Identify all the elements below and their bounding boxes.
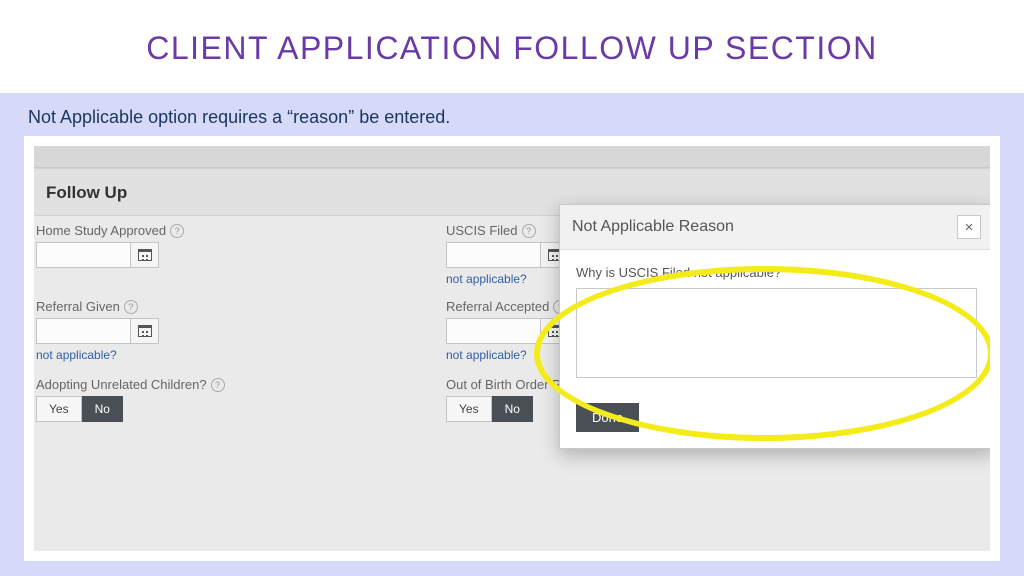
field-uscis-filed: USCIS Filed ? not applicable? [446, 222, 569, 288]
label-uscis-filed: USCIS Filed ? [446, 223, 536, 238]
follow-up-form: Home Study Approved ? Referral Given ? [34, 216, 990, 536]
na-reason-modal: Not Applicable Reason × Why is USCIS Fil… [559, 204, 990, 449]
field-home-study: Home Study Approved ? [36, 222, 184, 268]
help-icon[interactable]: ? [522, 224, 536, 238]
date-field[interactable] [36, 242, 131, 268]
screenshot-frame: Follow Up Home Study Approved ? [24, 136, 1000, 561]
help-icon[interactable]: ? [124, 300, 138, 314]
label-text: Referral Given [36, 299, 120, 314]
calendar-icon [138, 325, 152, 337]
modal-header: Not Applicable Reason × [560, 205, 990, 250]
date-field[interactable] [36, 318, 131, 344]
date-input-referral-accepted [446, 318, 569, 344]
date-input-home-study [36, 242, 184, 268]
label-referral-given: Referral Given ? [36, 299, 138, 314]
label-adopting-unrelated: Adopting Unrelated Children? ? [36, 377, 225, 392]
close-button[interactable]: × [957, 215, 981, 239]
help-icon[interactable]: ? [170, 224, 184, 238]
app-top-bar [34, 146, 990, 168]
label-text: Referral Accepted [446, 299, 549, 314]
slide-content: Not Applicable option requires a “reason… [0, 93, 1024, 561]
label-text: Adopting Unrelated Children? [36, 377, 207, 392]
field-referral-given: Referral Given ? not applicable? [36, 298, 159, 364]
not-applicable-link[interactable]: not applicable? [446, 348, 527, 362]
field-referral-accepted: Referral Accepted ? not applicable? [446, 298, 569, 364]
date-input-uscis [446, 242, 569, 268]
reason-textarea[interactable] [576, 288, 977, 378]
help-icon[interactable]: ? [211, 378, 225, 392]
date-field[interactable] [446, 242, 541, 268]
slide-title: CLIENT APPLICATION FOLLOW UP SECTION [20, 30, 1004, 67]
date-input-referral-given [36, 318, 159, 344]
label-text: USCIS Filed [446, 223, 518, 238]
modal-title: Not Applicable Reason [572, 218, 734, 236]
not-applicable-link[interactable]: not applicable? [36, 348, 117, 362]
required-asterisk: * [787, 265, 792, 280]
slide-bullet: Not Applicable option requires a “reason… [28, 107, 1000, 128]
done-button[interactable]: Done [576, 403, 639, 432]
yes-no-group: Yes No [36, 396, 225, 422]
yes-button[interactable]: Yes [36, 396, 82, 422]
calendar-button[interactable] [131, 242, 159, 268]
modal-footer: Done [560, 393, 990, 448]
slide-title-band: CLIENT APPLICATION FOLLOW UP SECTION [0, 0, 1024, 93]
app-screenshot: Follow Up Home Study Approved ? [34, 146, 990, 551]
date-field[interactable] [446, 318, 541, 344]
modal-label-text: Why is USCIS Filed not applicable? [576, 265, 781, 280]
no-button[interactable]: No [82, 396, 123, 422]
calendar-button[interactable] [131, 318, 159, 344]
modal-label: Why is USCIS Filed not applicable? * [576, 265, 792, 280]
label-referral-accepted: Referral Accepted ? [446, 299, 567, 314]
yes-button[interactable]: Yes [446, 396, 492, 422]
label-home-study: Home Study Approved ? [36, 223, 184, 238]
label-text: Home Study Approved [36, 223, 166, 238]
calendar-icon [138, 249, 152, 261]
no-button[interactable]: No [492, 396, 533, 422]
field-adopting-unrelated: Adopting Unrelated Children? ? Yes No [36, 376, 225, 422]
not-applicable-link[interactable]: not applicable? [446, 272, 527, 286]
modal-body: Why is USCIS Filed not applicable? * [560, 250, 990, 393]
